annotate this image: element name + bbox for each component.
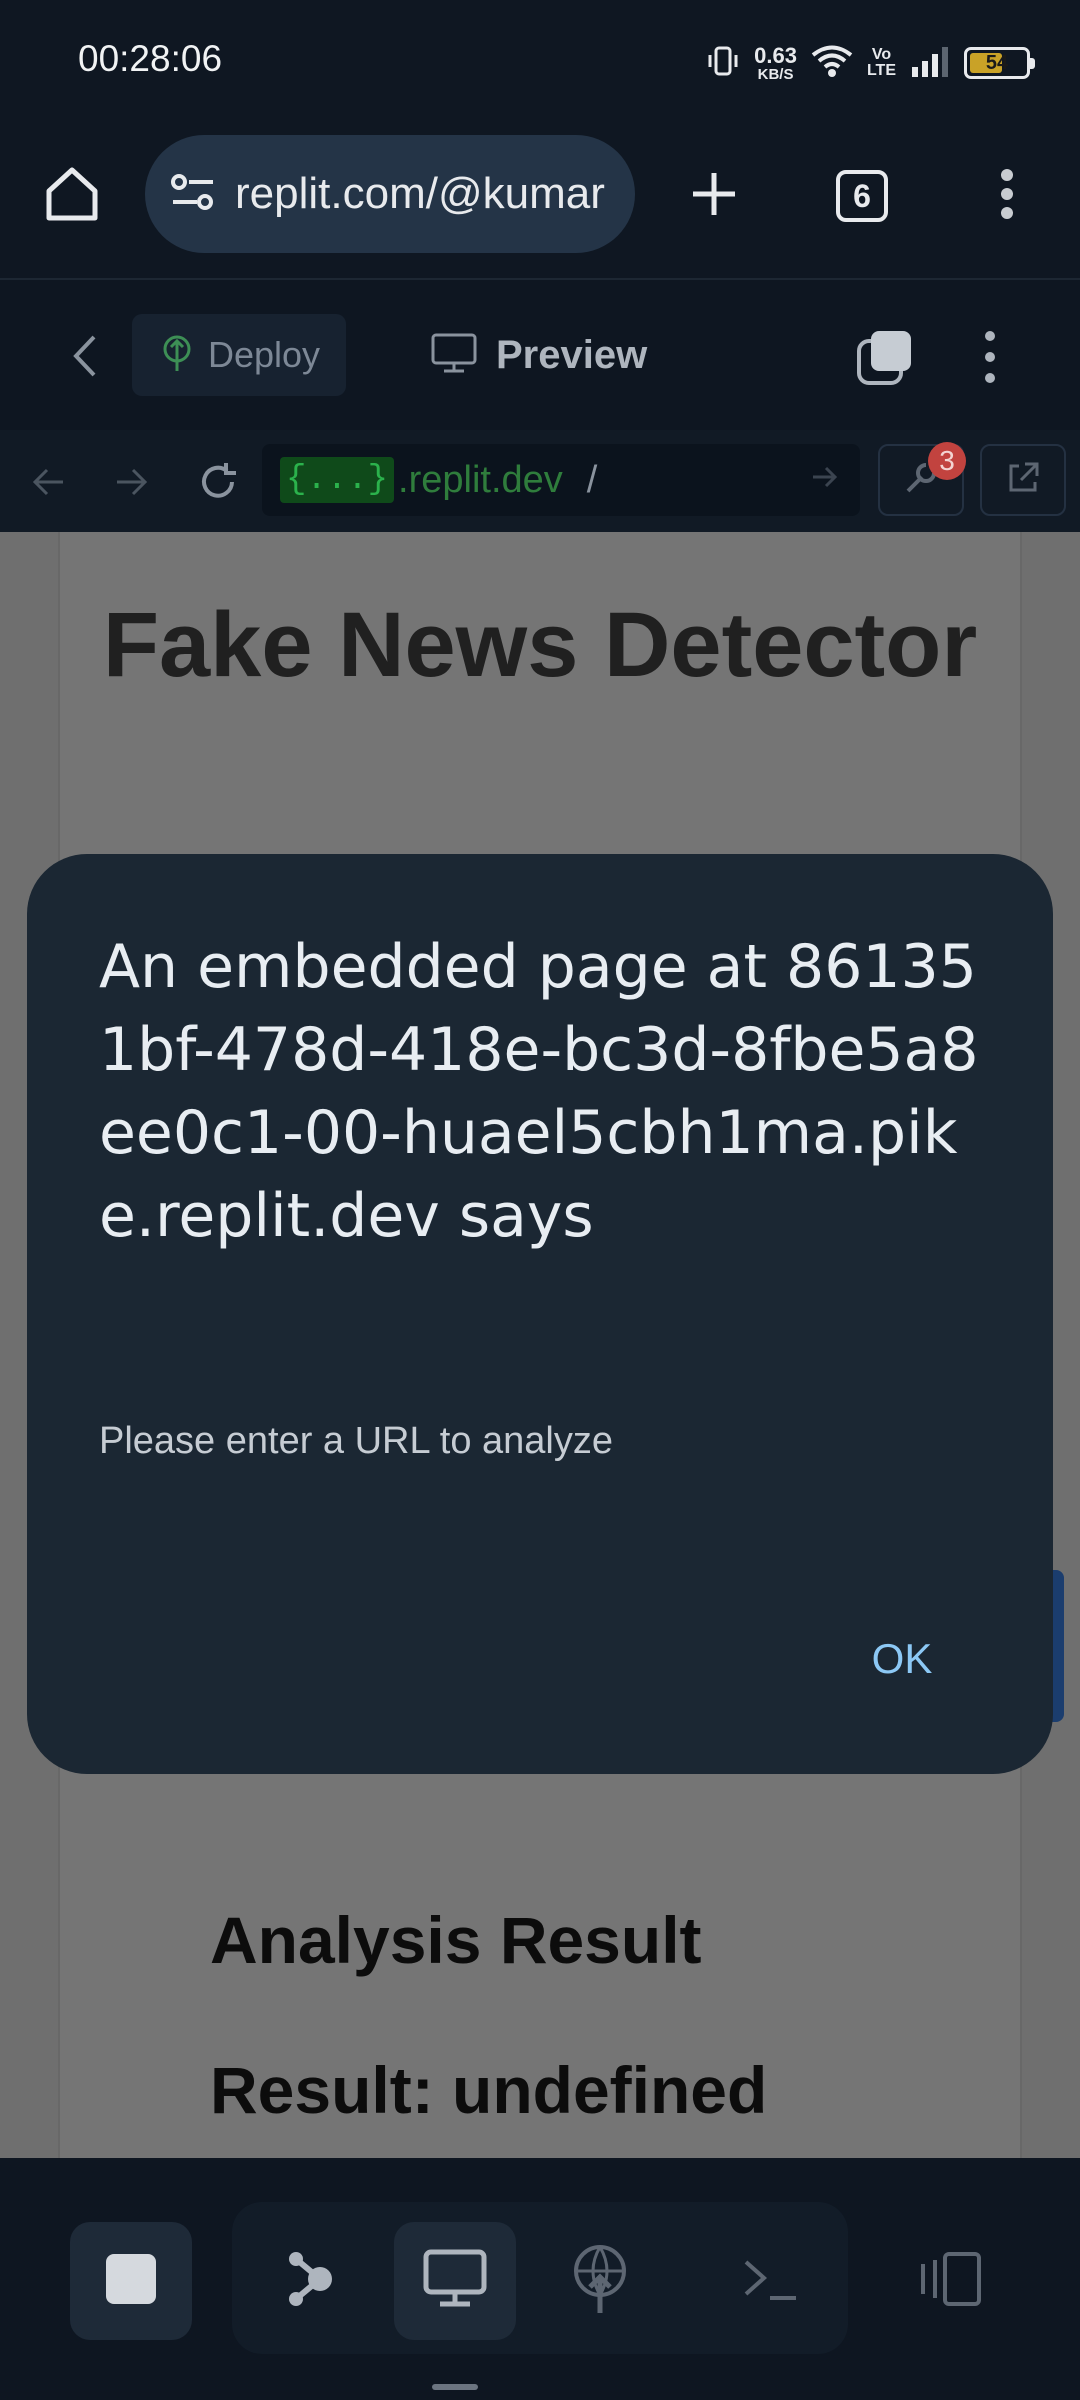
browser-menu-icon[interactable] [982, 156, 1032, 232]
ok-button[interactable]: OK [837, 1624, 967, 1694]
preview-nav-button[interactable] [394, 2222, 516, 2340]
deploy-icon [160, 333, 194, 378]
replit-menu-icon[interactable] [970, 322, 1010, 392]
volte-bottom: LTE [866, 62, 896, 79]
preview-address-bar: {...} .replit.dev / [0, 430, 1080, 532]
status-bar: 00:28:06 0.63 KB/S Vo LTE 54 [0, 0, 1080, 126]
deploy-label: Deploy [208, 334, 321, 375]
new-tab-icon[interactable] [678, 156, 750, 232]
analysis-result-heading: Analysis Result [210, 1903, 702, 1977]
battery-level: 54 [985, 51, 1009, 74]
external-link-icon [1005, 460, 1041, 501]
devtools-notification-badge: 3 [928, 442, 966, 480]
network-speed-value: 0.63 [754, 42, 797, 68]
dev-url-path: / [586, 458, 598, 501]
analysis-result-value: Result: undefined [210, 2053, 768, 2127]
open-new-window-button[interactable] [980, 444, 1066, 516]
status-time: 00:28:06 [78, 38, 223, 79]
terminal-icon [740, 2254, 800, 2309]
bottom-nav [0, 2158, 1080, 2400]
network-speed-unit: KB/S [757, 65, 794, 83]
vibrate-icon [706, 44, 740, 83]
back-chevron-icon[interactable] [60, 326, 110, 386]
preview-label: Preview [496, 332, 648, 377]
dialog-title: An embedded page at 861351bf-478d-418e-b… [99, 932, 979, 1251]
monitor-icon [422, 2248, 488, 2315]
agent-icon [282, 2249, 338, 2314]
tab-switcher-button[interactable]: 6 [836, 170, 888, 222]
url-bar[interactable]: replit.com/@kumar [145, 135, 635, 253]
split-view-icon [915, 2250, 985, 2313]
home-icon[interactable] [36, 154, 108, 234]
home-indicator[interactable] [432, 2384, 478, 2390]
site-settings-icon[interactable] [169, 170, 217, 219]
monitor-icon [430, 332, 478, 379]
battery-icon: 54 [964, 47, 1035, 79]
pane-toggle-icon[interactable] [850, 322, 920, 392]
go-arrow-icon[interactable] [810, 462, 840, 497]
shell-nav-button[interactable] [722, 2222, 818, 2340]
dev-url-host: .replit.dev [398, 458, 563, 501]
status-icons: 0.63 KB/S Vo LTE 54 [706, 40, 1035, 86]
deployments-nav-button[interactable] [552, 2222, 648, 2340]
deploy-button[interactable]: Deploy [132, 314, 346, 396]
network-speed: 0.63 KB/S [754, 42, 797, 83]
replit-header: Deploy Preview [0, 282, 1080, 430]
reload-icon[interactable] [190, 454, 246, 510]
signal-icon [910, 45, 950, 82]
preview-back-icon[interactable] [22, 456, 74, 508]
volte-indicator: Vo LTE [867, 47, 896, 79]
browser-toolbar: replit.com/@kumar 6 [0, 126, 1080, 280]
preview-forward-icon[interactable] [106, 456, 158, 508]
volte-top: Vo [871, 46, 892, 63]
page-title: Fake News Detector [102, 594, 978, 696]
preview-tab[interactable]: Preview [430, 314, 647, 396]
url-text: replit.com/@kumar [235, 169, 605, 218]
stop-icon [104, 2252, 158, 2311]
globe-upload-icon [570, 2243, 630, 2320]
agent-button[interactable] [262, 2222, 358, 2340]
stop-button[interactable] [70, 2222, 192, 2340]
preview-url-field[interactable]: {...} .replit.dev / [262, 444, 860, 516]
alert-dialog: An embedded page at 861351bf-478d-418e-b… [27, 854, 1053, 1774]
dialog-message: Please enter a URL to analyze [99, 1420, 614, 1462]
wifi-icon [811, 44, 853, 83]
dev-url-badge: {...} [280, 457, 395, 503]
split-view-button[interactable] [900, 2222, 1000, 2340]
